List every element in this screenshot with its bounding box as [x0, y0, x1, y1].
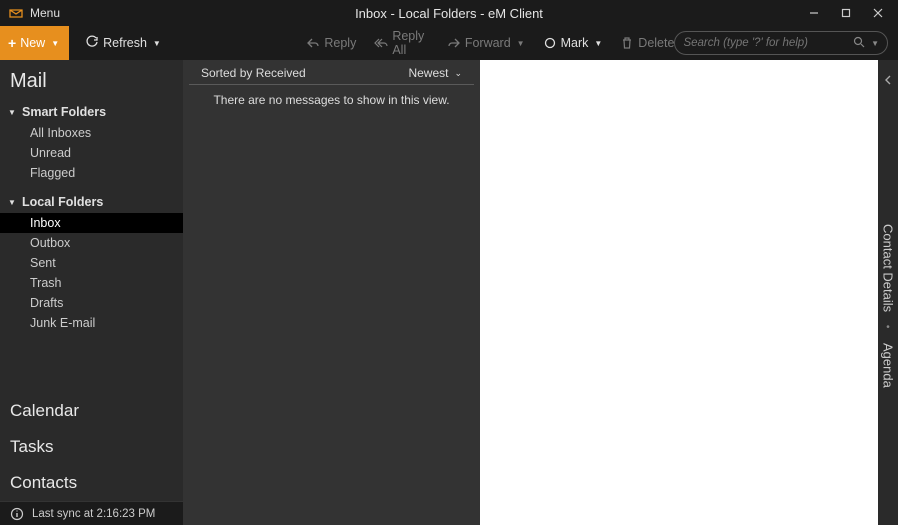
refresh-icon	[85, 35, 99, 52]
reply-button[interactable]: Reply	[306, 36, 356, 50]
chevron-down-icon: ▼	[8, 198, 18, 207]
nav-contacts[interactable]: Contacts	[0, 465, 183, 501]
contact-details-tab[interactable]: Contact Details	[881, 220, 896, 316]
sidebar-item-all-inboxes[interactable]: All Inboxes	[0, 123, 183, 143]
sidebar-item-unread[interactable]: Unread	[0, 143, 183, 163]
chevron-down-icon: ▼	[8, 108, 18, 117]
sidebar-item-outbox[interactable]: Outbox	[0, 233, 183, 253]
sidebar-header-mail[interactable]: Mail	[0, 60, 183, 101]
sidebar-section-local-folders[interactable]: ▼ Local Folders	[0, 191, 183, 213]
window-title: Inbox - Local Folders - eM Client	[0, 6, 898, 21]
app-icon	[8, 5, 24, 21]
reply-label: Reply	[324, 36, 356, 50]
expand-right-pane-button[interactable]	[883, 66, 893, 110]
sidebar-item-trash[interactable]: Trash	[0, 273, 183, 293]
list-header: Sorted by Received Newest ⌄	[189, 60, 474, 85]
toolbar: + New ▼ Refresh ▼ Reply Reply All Forwar	[0, 26, 898, 60]
titlebar: Menu Inbox - Local Folders - eM Client	[0, 0, 898, 26]
message-tools: Reply Reply All Forward ▼ Mark ▼	[306, 29, 674, 57]
smart-folders-label: Smart Folders	[22, 105, 106, 119]
sorted-by-label[interactable]: Sorted by Received	[201, 66, 306, 80]
delete-button[interactable]: Delete	[620, 36, 674, 50]
sort-order-button[interactable]: Newest ⌄	[408, 66, 462, 80]
nav-calendar[interactable]: Calendar	[0, 393, 183, 429]
local-folders-label: Local Folders	[22, 195, 103, 209]
chevron-down-icon: ▼	[153, 39, 161, 48]
search-input[interactable]	[683, 37, 851, 49]
mark-label: Mark	[561, 36, 589, 50]
chevron-down-icon: ▼	[517, 39, 525, 48]
sidebar-item-drafts[interactable]: Drafts	[0, 293, 183, 313]
reply-all-button[interactable]: Reply All	[374, 29, 429, 57]
trash-icon	[620, 36, 634, 50]
right-sidebar: Contact Details • Agenda	[878, 60, 898, 525]
sidebar-item-junk-e-mail[interactable]: Junk E-mail	[0, 313, 183, 333]
plus-icon: +	[8, 35, 16, 51]
search-icon[interactable]	[851, 36, 867, 51]
mark-button[interactable]: Mark ▼	[543, 36, 603, 50]
reply-all-icon	[374, 36, 388, 50]
forward-icon	[447, 36, 461, 50]
info-icon	[10, 507, 24, 521]
minimize-button[interactable]	[800, 1, 828, 25]
nav-tasks[interactable]: Tasks	[0, 429, 183, 465]
forward-label: Forward	[465, 36, 511, 50]
reply-icon	[306, 36, 320, 50]
sort-order-label: Newest	[408, 66, 448, 80]
search-box[interactable]: ▼	[674, 31, 888, 55]
empty-message: There are no messages to show in this vi…	[183, 85, 480, 115]
sidebar-item-sent[interactable]: Sent	[0, 253, 183, 273]
maximize-button[interactable]	[832, 1, 860, 25]
separator-dot: •	[886, 316, 890, 339]
new-button[interactable]: + New ▼	[0, 26, 69, 60]
sidebar-item-flagged[interactable]: Flagged	[0, 163, 183, 183]
sidebar: Mail ▼ Smart Folders All InboxesUnreadFl…	[0, 60, 183, 525]
mark-icon	[543, 36, 557, 50]
sidebar-item-inbox[interactable]: Inbox	[0, 213, 183, 233]
close-button[interactable]	[864, 1, 892, 25]
chevron-down-icon: ▼	[51, 39, 59, 48]
preview-pane	[480, 60, 878, 525]
message-list-pane: Sorted by Received Newest ⌄ There are no…	[183, 60, 480, 525]
delete-label: Delete	[638, 36, 674, 50]
reply-all-label: Reply All	[392, 29, 429, 57]
main-area: Mail ▼ Smart Folders All InboxesUnreadFl…	[0, 60, 898, 525]
sidebar-section-smart-folders[interactable]: ▼ Smart Folders	[0, 101, 183, 123]
status-text: Last sync at 2:16:23 PM	[32, 508, 155, 520]
forward-button[interactable]: Forward ▼	[447, 36, 525, 50]
refresh-label: Refresh	[103, 36, 147, 50]
refresh-button[interactable]: Refresh ▼	[85, 35, 161, 52]
chevron-down-icon[interactable]: ▼	[867, 39, 879, 48]
new-label: New	[20, 36, 45, 50]
agenda-tab[interactable]: Agenda	[881, 339, 896, 392]
chevron-down-icon: ⌄	[454, 68, 462, 79]
menu-button[interactable]: Menu	[30, 6, 60, 20]
status-bar: Last sync at 2:16:23 PM	[0, 501, 183, 525]
chevron-down-icon: ▼	[594, 39, 602, 48]
